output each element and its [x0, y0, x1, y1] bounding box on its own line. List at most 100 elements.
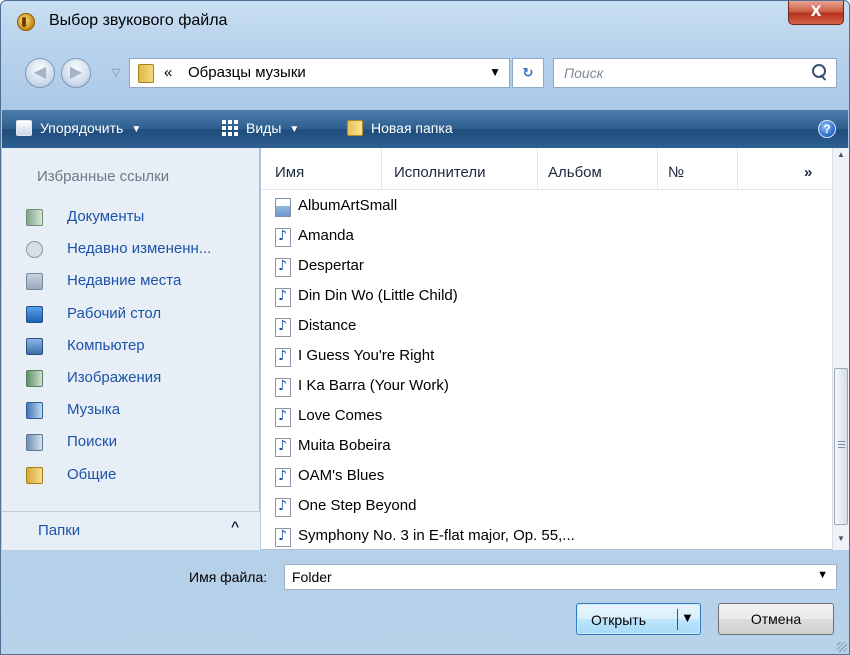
- nav-item-label: Поиски: [67, 433, 117, 451]
- recent-places-icon: [26, 273, 43, 291]
- column-header-album[interactable]: Альбом: [548, 164, 602, 181]
- computer-icon: [26, 337, 43, 355]
- nav-item-computer[interactable]: Компьютер: [2, 332, 260, 364]
- column-divider[interactable]: [537, 148, 538, 190]
- audio-file-icon: [275, 468, 291, 487]
- address-row: ◀ ▶ ▽ « Образцы музыки ▼ ↻ Поиск: [1, 53, 849, 93]
- folders-label: Папки: [38, 522, 81, 539]
- nav-item-documents[interactable]: Документы: [2, 203, 260, 235]
- scroll-down-arrow-icon[interactable]: ▼: [835, 534, 847, 548]
- audio-file-icon: [275, 498, 291, 517]
- favorite-links-header: Избранные ссылки: [37, 168, 170, 185]
- open-button-label: Открыть: [591, 612, 646, 628]
- scrollbar-thumb[interactable]: [834, 368, 848, 525]
- nav-item-label: Музыка: [67, 401, 121, 419]
- navigation-pane: Избранные ссылки Документы Недавно измен…: [2, 148, 260, 550]
- chevron-down-icon: ▼: [289, 124, 300, 135]
- sound-file-icon: [17, 13, 35, 31]
- address-dropdown-button[interactable]: ▼: [489, 65, 501, 79]
- filename-label: Имя файла:: [189, 569, 268, 585]
- back-button[interactable]: ◀: [25, 58, 55, 88]
- nav-item-recent-places[interactable]: Недавние места: [2, 267, 260, 299]
- column-header-number[interactable]: №: [668, 164, 684, 181]
- breadcrumb-overflow-chevron[interactable]: «: [164, 64, 172, 81]
- open-options-dropdown[interactable]: ▼: [681, 610, 694, 625]
- filename-field[interactable]: Folder ▼: [284, 564, 837, 590]
- nav-item-label: Недавние места: [67, 272, 182, 290]
- nav-item-label: Компьютер: [67, 336, 145, 354]
- audio-file-icon: [275, 258, 291, 277]
- file-name: Distance: [298, 317, 357, 334]
- new-folder-button[interactable]: Новая папка: [347, 120, 453, 140]
- file-name: Symphony No. 3 in E-flat major, Op. 55,.…: [298, 527, 575, 544]
- command-toolbar: Упорядочить ▼ Виды ▼ Новая папка ?: [2, 110, 848, 148]
- more-columns-button[interactable]: »: [804, 164, 812, 181]
- new-folder-label: Новая папка: [371, 120, 453, 136]
- searches-icon: [26, 434, 43, 452]
- column-header-artists[interactable]: Исполнители: [394, 164, 486, 181]
- recent-icon: [26, 241, 43, 259]
- column-divider[interactable]: [381, 148, 382, 190]
- search-input[interactable]: Поиск: [553, 58, 837, 88]
- forward-button[interactable]: ▶: [61, 58, 91, 88]
- column-divider[interactable]: [737, 148, 738, 190]
- audio-file-icon: [275, 528, 291, 547]
- audio-file-icon: [275, 288, 291, 307]
- organize-button[interactable]: Упорядочить ▼: [16, 120, 141, 140]
- nav-item-recently-changed[interactable]: Недавно измененн...: [2, 235, 260, 267]
- nav-item-desktop[interactable]: Рабочий стол: [2, 300, 260, 332]
- file-list-scrollbar[interactable]: ▲ ▼: [832, 148, 849, 550]
- organize-label: Упорядочить: [40, 120, 124, 136]
- file-name: Love Comes: [298, 407, 383, 424]
- file-name: I Ka Barra (Your Work): [298, 377, 449, 394]
- search-icon[interactable]: [812, 64, 828, 82]
- file-name: Amanda: [298, 227, 354, 244]
- folders-toggle-bar[interactable]: Папки ^: [2, 511, 260, 550]
- image-file-icon: [275, 198, 291, 217]
- pictures-icon: [26, 369, 43, 387]
- refresh-button[interactable]: ↻: [512, 58, 544, 88]
- file-dialog-window: Выбор звукового файла X ◀ ▶ ▽ « Образцы …: [0, 0, 850, 655]
- new-folder-icon: [347, 120, 363, 136]
- scroll-up-arrow-icon[interactable]: ▲: [835, 150, 847, 164]
- audio-file-icon: [275, 438, 291, 457]
- audio-file-icon: [275, 348, 291, 367]
- file-list: Имя Исполнители Альбом № » AlbumArtSmall…: [261, 148, 832, 550]
- recent-pages-dropdown[interactable]: ▽: [107, 61, 125, 85]
- breadcrumb-current-folder[interactable]: Образцы музыки: [188, 64, 306, 81]
- file-name: Despertar: [298, 257, 364, 274]
- views-button[interactable]: Виды ▼: [222, 120, 299, 140]
- open-button[interactable]: Открыть ▼: [576, 603, 701, 635]
- nav-item-music[interactable]: Музыка: [2, 396, 260, 428]
- nav-item-searches[interactable]: Поиски: [2, 428, 260, 460]
- music-icon: [26, 402, 43, 420]
- title-bar: Выбор звукового файла X: [1, 1, 849, 41]
- address-bar[interactable]: « Образцы музыки ▼: [129, 58, 510, 88]
- back-arrow-icon: ◀: [33, 64, 47, 81]
- close-button[interactable]: X: [788, 1, 844, 25]
- chevron-down-icon: ▼: [131, 124, 142, 135]
- window-title: Выбор звукового файла: [49, 12, 228, 29]
- filename-value: Folder: [292, 569, 332, 585]
- forward-arrow-icon: ▶: [69, 64, 83, 81]
- file-name: Muita Bobeira: [298, 437, 391, 454]
- views-icon: [222, 120, 238, 136]
- audio-file-icon: [275, 228, 291, 247]
- column-header-row: Имя Исполнители Альбом № »: [261, 148, 832, 190]
- views-label: Виды: [246, 120, 282, 136]
- chevron-up-icon[interactable]: ^: [231, 518, 239, 534]
- help-icon[interactable]: ?: [818, 120, 836, 138]
- nav-item-pictures[interactable]: Изображения: [2, 364, 260, 396]
- audio-file-icon: [275, 318, 291, 337]
- resize-grip-icon[interactable]: [837, 642, 847, 652]
- search-placeholder: Поиск: [564, 65, 604, 81]
- nav-item-label: Документы: [67, 208, 145, 225]
- split-divider: [677, 609, 678, 630]
- nav-item-public[interactable]: Общие: [2, 461, 260, 493]
- column-divider[interactable]: [657, 148, 658, 190]
- cancel-button[interactable]: Отмена: [718, 603, 834, 635]
- column-header-name[interactable]: Имя: [275, 164, 304, 181]
- documents-icon: [26, 209, 43, 226]
- nav-item-label: Изображения: [67, 368, 162, 386]
- filename-dropdown-button[interactable]: ▼: [817, 569, 828, 581]
